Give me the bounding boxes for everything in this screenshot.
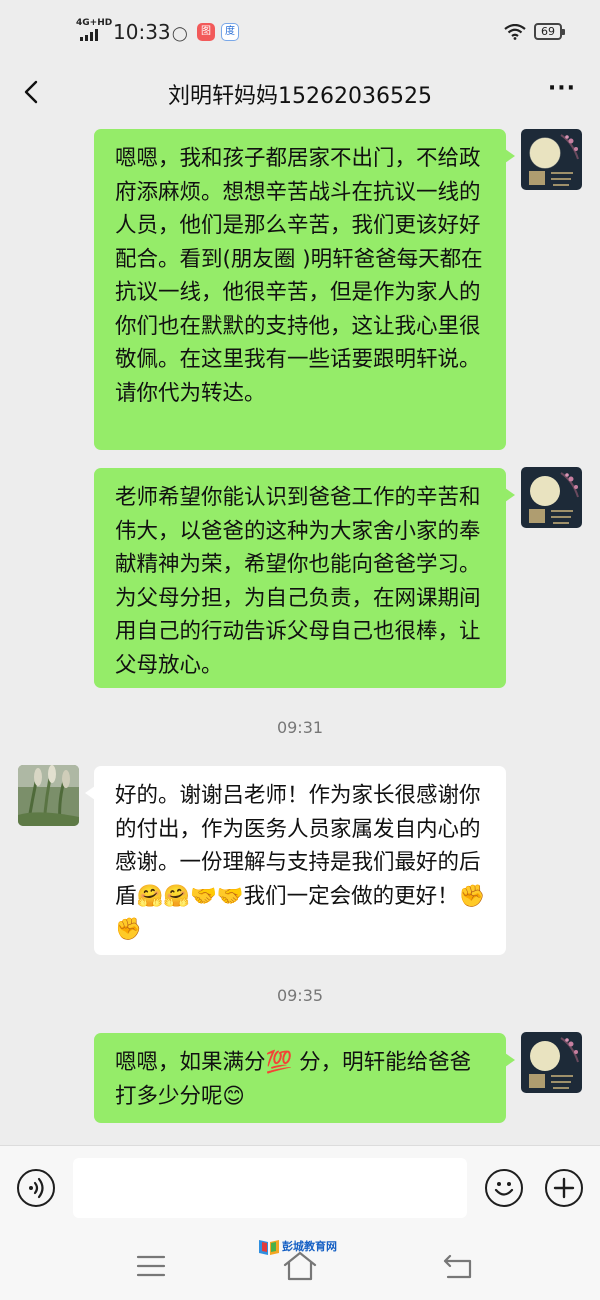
status-bar: 4G+HD 10:33 ◯ 图 度 69 [0, 0, 600, 64]
more-functions-button[interactable] [545, 1169, 583, 1207]
battery-indicator: 69 [534, 23, 565, 40]
clock: 10:33 [113, 20, 171, 44]
timestamp: 09:35 [276, 986, 324, 1005]
wifi-icon [504, 24, 526, 40]
message-bubble-outgoing[interactable]: 嗯嗯，如果满分💯 分，明轩能给爸爸打多少分呢😊 [94, 1033, 515, 1123]
book-logo-icon [259, 1240, 279, 1255]
message-bubble-incoming[interactable]: 好的。谢谢吕老师！作为家长很感谢你的付出，作为医务人员家属发自内心的感谢。一份理… [85, 766, 506, 955]
app-notification-icon: 图 [197, 23, 215, 41]
moon-avatar-image [521, 129, 582, 190]
watermark-logo: 彭城教育网 [258, 1236, 358, 1258]
my-avatar[interactable] [521, 1032, 582, 1093]
network-indicator: 4G+HD [76, 18, 113, 28]
app-notification-icon: 度 [221, 23, 239, 41]
menu-icon[interactable] [136, 1254, 166, 1278]
timestamp: 09:31 [276, 718, 324, 737]
message-input-bar [0, 1145, 600, 1236]
my-avatar[interactable] [521, 129, 582, 190]
voice-icon [29, 1177, 44, 1199]
moon-avatar-image [521, 467, 582, 528]
message-text: 老师希望你能认识到爸爸工作的辛苦和伟大，以爸爸的这种为大家舍小家的奉献精神为荣，… [115, 485, 481, 678]
notification-icon: ◯ [172, 26, 188, 42]
emoji-button[interactable] [485, 1169, 523, 1207]
message-text: 好的。谢谢吕老师！作为家长很感谢你的付出，作为医务人员家属发自内心的感谢。一份理… [115, 783, 486, 942]
message-bubble-outgoing[interactable]: 老师希望你能认识到爸爸工作的辛苦和伟大，以爸爸的这种为大家舍小家的奉献精神为荣，… [94, 468, 515, 688]
message-text: 嗯嗯，我和孩子都居家不出门，不给政府添麻烦。想想辛苦战斗在抗议一线的人员，他们是… [115, 146, 483, 406]
back-icon[interactable] [442, 1252, 474, 1280]
grass-avatar-image [18, 765, 79, 826]
chat-header: 刘明轩妈妈15262036525 ··· [0, 64, 600, 120]
moon-avatar-image [521, 1032, 582, 1093]
message-input[interactable] [73, 1158, 467, 1218]
more-button[interactable]: ··· [548, 76, 576, 101]
chat-title: 刘明轩妈妈15262036525 [168, 84, 432, 109]
watermark-text: 彭城教育网 [282, 1240, 337, 1253]
contact-avatar[interactable] [18, 765, 79, 826]
my-avatar[interactable] [521, 467, 582, 528]
voice-button[interactable] [17, 1169, 55, 1207]
signal-icon [80, 29, 98, 41]
plus-icon [553, 1177, 575, 1199]
more-dots-icon: ··· [547, 76, 576, 101]
message-bubble-outgoing[interactable]: 嗯嗯，我和孩子都居家不出门，不给政府添麻烦。想想辛苦战斗在抗议一线的人员，他们是… [94, 129, 515, 450]
emoji-icon [494, 1182, 514, 1196]
message-text: 嗯嗯，如果满分💯 分，明轩能给爸爸打多少分呢😊 [115, 1050, 472, 1109]
